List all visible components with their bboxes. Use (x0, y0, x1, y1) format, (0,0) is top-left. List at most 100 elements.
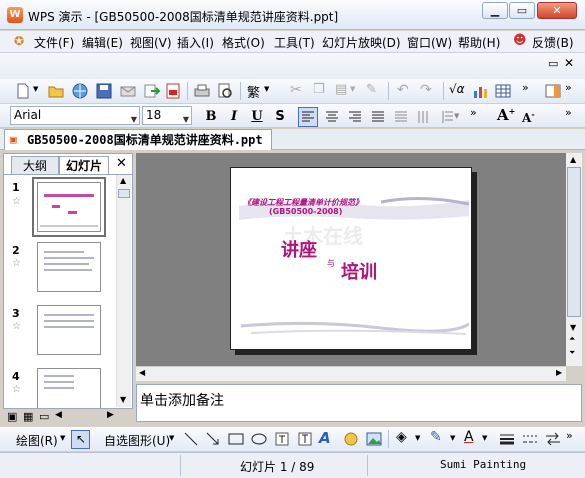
wps-menu-icon[interactable]: ✪ (14, 34, 24, 48)
italic-button[interactable]: I (225, 108, 243, 126)
export-pdf-icon[interactable] (164, 82, 182, 100)
new-dropdown-icon[interactable]: ▼ (33, 85, 38, 93)
toolbar-overflow-icon[interactable]: » (565, 106, 572, 119)
task-pane-icon[interactable] (544, 82, 562, 100)
format-painter-icon[interactable]: ✎ (366, 82, 377, 97)
menu-edit[interactable]: 编辑(E) (82, 34, 123, 51)
redo-icon[interactable]: ↷ (420, 82, 432, 98)
line-color-icon[interactable]: ✎ (430, 429, 442, 445)
current-slide[interactable]: 土木在线 《建设工程工程量清单计价规范》 (GB50500-2008) 讲座 与… (230, 167, 472, 350)
toolbar-overflow-icon[interactable]: » (522, 81, 529, 94)
cut-icon[interactable]: ✂ (290, 82, 302, 98)
scroll-down-icon[interactable]: ▼ (570, 323, 576, 332)
paste-icon[interactable]: ▤ (335, 82, 347, 97)
web-open-icon[interactable] (71, 82, 89, 100)
close-pane-icon[interactable]: ✕ (116, 156, 127, 171)
chevron-down-icon[interactable]: ▼ (60, 434, 65, 442)
toolbar-overflow-icon[interactable]: » (470, 106, 477, 119)
formula-icon[interactable]: √α (449, 82, 465, 96)
save-icon[interactable] (95, 82, 113, 100)
draw-menu-button[interactable]: 绘图(R) (16, 432, 58, 449)
bold-button[interactable]: B (202, 108, 220, 126)
rectangle-icon[interactable] (227, 430, 245, 448)
menu-file[interactable]: 文件(F) (34, 34, 74, 51)
slide-thumbnail-1[interactable] (37, 182, 101, 232)
maximize-button[interactable]: ▭ (509, 2, 535, 19)
chevron-down-icon[interactable]: ▼ (482, 434, 487, 442)
print-preview-icon[interactable] (216, 82, 234, 100)
new-document-icon[interactable] (14, 82, 32, 100)
justify-icon[interactable] (369, 108, 387, 126)
menu-feedback[interactable]: 反馈(B) (532, 34, 574, 51)
slideshow-icon[interactable]: ▭ (39, 410, 49, 423)
horizontal-scrollbar[interactable]: ◀ ▶ (136, 366, 566, 381)
traditional-chinese-button[interactable]: 繁 (247, 82, 260, 101)
line-spacing-dropdown-icon[interactable]: ▼ (454, 112, 459, 120)
normal-view-icon[interactable]: ▣ (7, 410, 17, 423)
open-folder-icon[interactable] (47, 82, 65, 100)
align-center-icon[interactable] (323, 108, 341, 126)
scroll-down-icon[interactable]: ▼ (120, 395, 126, 404)
slide-thumbnail-3[interactable] (37, 305, 101, 355)
wps-app-icon[interactable]: W (7, 7, 23, 23)
export-icon[interactable] (143, 82, 161, 100)
align-left-button[interactable] (298, 107, 318, 127)
restore-icon[interactable]: ▭ (548, 57, 558, 70)
select-pointer-button[interactable]: ↖ (71, 430, 90, 449)
line-icon[interactable] (182, 430, 200, 448)
textbox-icon[interactable] (273, 430, 291, 448)
scroll-thumb[interactable] (118, 189, 130, 198)
undo-icon[interactable]: ↶ (397, 82, 409, 98)
menu-view[interactable]: 视图(V) (130, 34, 172, 51)
table-icon[interactable] (494, 82, 512, 100)
next-slide-icon[interactable]: ⏷ (569, 348, 575, 358)
align-right-icon[interactable] (346, 108, 364, 126)
chevron-down-icon[interactable]: ▼ (415, 434, 420, 442)
scroll-right-icon[interactable]: ▶ (107, 410, 114, 420)
line-style-icon[interactable] (498, 430, 516, 448)
vertical-textbox-icon[interactable] (296, 430, 314, 448)
copy-icon[interactable]: ❐ (313, 82, 325, 97)
font-size-select[interactable]: 18 ▼ (142, 106, 192, 125)
shadow-button[interactable]: S (271, 108, 289, 126)
diagram-icon[interactable] (342, 430, 360, 448)
scroll-left-icon[interactable]: ◀ (139, 368, 145, 377)
slide-sorter-icon[interactable]: ▦ (23, 410, 33, 423)
font-color-icon[interactable]: A (464, 429, 474, 445)
tab-outline[interactable]: 大纲 (11, 156, 59, 174)
close-button[interactable]: ✕ (537, 2, 577, 19)
distribute-icon[interactable] (392, 108, 410, 126)
menu-window[interactable]: 窗口(W) (407, 34, 452, 51)
chart-icon[interactable] (471, 82, 489, 100)
scroll-up-icon[interactable]: ▲ (570, 155, 576, 164)
minimize-button[interactable]: ▁ (482, 2, 508, 19)
slides-pane-scrollbar[interactable]: ▲ ▼ (116, 175, 131, 407)
slide-scrollbar[interactable]: ▲ ▼ ⏶ ⏷ (566, 153, 582, 366)
autoshape-menu-button[interactable]: 自选图形(U) (104, 432, 170, 449)
scroll-right-icon[interactable]: ▶ (556, 368, 562, 377)
ellipse-icon[interactable] (250, 430, 268, 448)
vertical-text-icon[interactable] (415, 108, 433, 126)
decrease-font-icon[interactable]: A- (522, 109, 535, 125)
underline-button[interactable]: U (248, 108, 266, 126)
toolbar-overflow-icon[interactable]: » (566, 429, 573, 442)
increase-font-icon[interactable]: A+ (497, 106, 515, 124)
document-tab[interactable]: ▣ GB50500-2008国标清单规范讲座资料.ppt (4, 129, 272, 150)
slide-thumbnail-2[interactable] (37, 242, 101, 292)
dash-style-icon[interactable] (521, 430, 539, 448)
wordart-icon[interactable]: A (319, 429, 331, 447)
scroll-left-icon[interactable]: ◀ (55, 410, 62, 420)
arrow-icon[interactable] (204, 430, 222, 448)
tab-slides[interactable]: 幻灯片 (59, 156, 109, 174)
menu-tools[interactable]: 工具(T) (274, 34, 315, 51)
mail-icon[interactable] (119, 82, 137, 100)
menu-format[interactable]: 格式(O) (222, 34, 265, 51)
close-doc-icon[interactable]: ✕ (564, 56, 574, 70)
arrow-style-icon[interactable] (544, 430, 562, 448)
previous-slide-icon[interactable]: ⏶ (569, 334, 575, 344)
scroll-thumb[interactable] (567, 167, 581, 317)
scroll-up-icon[interactable]: ▲ (120, 176, 126, 185)
insert-picture-icon[interactable] (365, 430, 383, 448)
menu-help[interactable]: 帮助(H) (458, 34, 500, 51)
toolbar-overflow-icon[interactable]: » (565, 81, 572, 94)
